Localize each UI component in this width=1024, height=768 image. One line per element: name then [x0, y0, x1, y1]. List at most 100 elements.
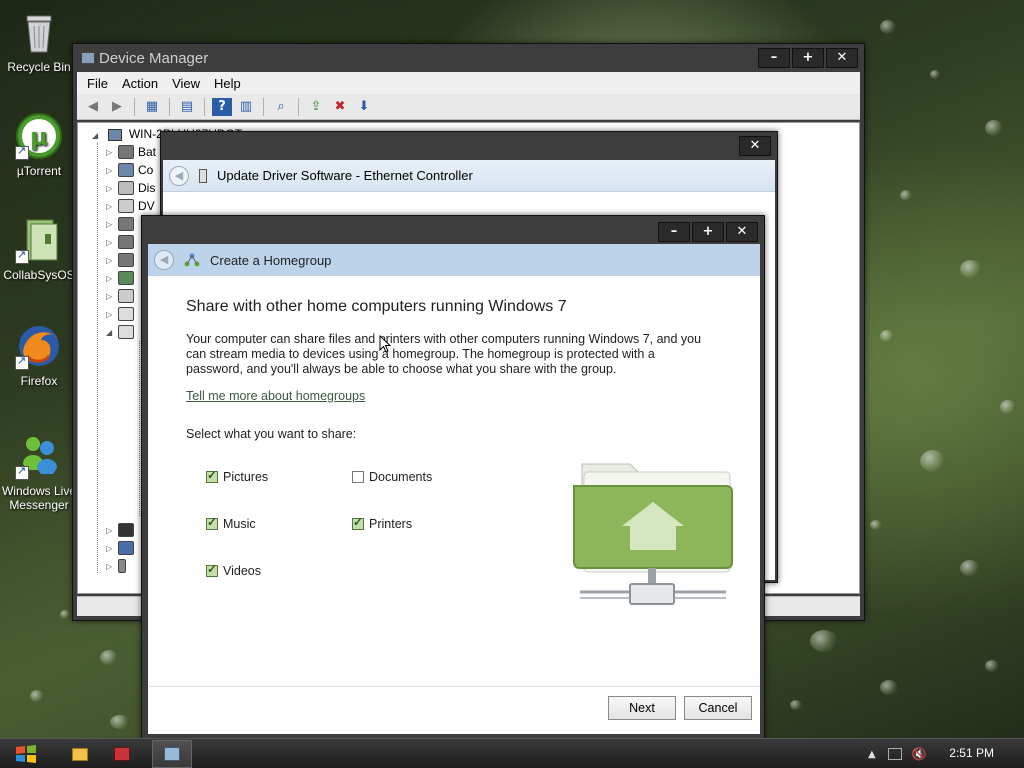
- tree-item[interactable]: ▷: [106, 305, 134, 323]
- menu-action[interactable]: Action: [122, 76, 158, 91]
- tree-item[interactable]: ▷: [106, 269, 134, 287]
- desktop-icon-collabsysos[interactable]: CollabSysOS: [0, 216, 78, 282]
- desktop-icon-windows-live-messenger[interactable]: Windows Live Messenger: [0, 432, 78, 512]
- checkbox-checked-icon[interactable]: [352, 515, 364, 530]
- update-driver-icon[interactable]: ⇪: [306, 98, 326, 116]
- close-button[interactable]: ✕: [826, 48, 858, 68]
- maximize-button[interactable]: +: [692, 222, 724, 242]
- show-hide-tree-icon[interactable]: ▦: [142, 98, 162, 116]
- uninstall-icon[interactable]: ✖: [330, 98, 350, 116]
- water-drop: [880, 20, 896, 34]
- tree-item[interactable]: ▷: [106, 251, 134, 269]
- share-printers-checkbox[interactable]: Printers: [352, 515, 413, 531]
- tree-item[interactable]: ▷: [106, 521, 134, 539]
- description-text: Your computer can share files and printe…: [186, 332, 702, 376]
- volume-icon[interactable]: 🔇: [912, 747, 927, 761]
- homegroup-header: ◀ Create a Homegroup: [148, 244, 760, 276]
- learn-more-link[interactable]: Tell me more about homegroups: [186, 389, 365, 403]
- tree-item[interactable]: ▷ DV: [106, 197, 155, 215]
- clock[interactable]: 2:51 PM: [949, 746, 994, 760]
- show-hidden-icons-icon[interactable]: ▲: [868, 749, 876, 760]
- menu-help[interactable]: Help: [214, 76, 241, 91]
- water-drop: [985, 120, 1003, 136]
- forward-arrow-icon[interactable]: ▶: [107, 98, 127, 116]
- water-drop: [920, 450, 946, 472]
- cancel-button[interactable]: Cancel: [684, 696, 752, 720]
- checkbox-label: Printers: [369, 517, 413, 531]
- back-arrow-icon[interactable]: ◀: [83, 98, 103, 116]
- firefox-icon: [15, 322, 63, 370]
- shortcut-arrow-icon: [15, 248, 29, 264]
- taskbar-device-manager[interactable]: [152, 740, 192, 768]
- menu-view[interactable]: View: [172, 76, 200, 91]
- back-arrow-icon[interactable]: ◀: [154, 250, 174, 270]
- tree-item[interactable]: ▷ Dis: [106, 179, 155, 197]
- checkbox-checked-icon[interactable]: [206, 562, 218, 577]
- back-arrow-icon[interactable]: ◀: [169, 165, 189, 186]
- next-button[interactable]: Next: [608, 696, 676, 720]
- share-videos-checkbox[interactable]: Videos: [206, 562, 261, 578]
- share-music-checkbox[interactable]: Music: [206, 515, 256, 531]
- desktop-icon-recycle-bin[interactable]: Recycle Bin: [0, 8, 78, 74]
- minimize-button[interactable]: –: [658, 222, 690, 242]
- menu-file[interactable]: File: [87, 76, 108, 91]
- device-manager-titlebar[interactable]: Device Manager – + ✕: [73, 44, 864, 74]
- collapse-arrow-icon[interactable]: ◢: [92, 131, 98, 140]
- checkbox-label: Pictures: [223, 470, 269, 484]
- network-adapter-icon: [199, 168, 207, 183]
- toolbar-separator: [263, 97, 264, 116]
- network-icon[interactable]: [887, 748, 902, 760]
- shortcut-arrow-icon: [15, 144, 29, 160]
- enable-device-icon[interactable]: ⬇: [354, 98, 374, 116]
- water-drop: [1000, 400, 1016, 414]
- tree-item[interactable]: ▷ Bat: [106, 143, 156, 161]
- taskbar: ▲ 🔇 2:51 PM: [0, 738, 1024, 768]
- share-documents-checkbox[interactable]: Documents: [352, 470, 432, 484]
- tree-item-expanded[interactable]: ◢: [106, 323, 134, 341]
- toolbar-separator: [134, 97, 135, 116]
- tree-guide-line: [97, 143, 98, 573]
- toolbar-separator: [298, 97, 299, 116]
- tree-item[interactable]: ▷: [106, 287, 134, 305]
- svg-text:µ: µ: [30, 123, 48, 151]
- device-manager-icon: [81, 52, 95, 64]
- share-pictures-checkbox[interactable]: Pictures: [206, 468, 269, 484]
- taskbar-toolbox[interactable]: [102, 740, 142, 768]
- tree-item[interactable]: ▷ Co: [106, 161, 153, 179]
- taskbar-file-explorer[interactable]: [60, 740, 100, 768]
- desktop-icon-firefox[interactable]: Firefox: [0, 322, 78, 388]
- action-pane-icon[interactable]: ▥: [236, 98, 256, 116]
- help-icon[interactable]: ?: [212, 97, 232, 116]
- minimize-button[interactable]: –: [758, 48, 790, 68]
- water-drop: [960, 260, 982, 278]
- close-button[interactable]: ✕: [726, 222, 758, 242]
- tree-item[interactable]: ▷: [106, 539, 134, 557]
- dvd-drive-icon: [118, 199, 134, 213]
- maximize-button[interactable]: +: [792, 48, 824, 68]
- checkbox-unchecked-icon[interactable]: [352, 471, 364, 483]
- properties-icon[interactable]: ▤: [177, 98, 197, 116]
- processor-icon: [118, 523, 134, 537]
- tree-item[interactable]: ▷: [106, 557, 126, 575]
- update-driver-header: ◀ Update Driver Software - Ethernet Cont…: [163, 160, 775, 192]
- tree-item[interactable]: ▷: [106, 215, 134, 233]
- homegroup-window[interactable]: – + ✕ ◀ Create a Homegroup Share with ot…: [141, 215, 765, 739]
- water-drop: [810, 630, 838, 652]
- water-drop: [930, 70, 940, 79]
- desktop-icon-label: Windows Live Messenger: [1, 484, 77, 512]
- system-tray: ▲ 🔇: [868, 739, 935, 768]
- start-button[interactable]: [6, 740, 46, 768]
- hid-icon: [118, 253, 134, 267]
- collabsysos-icon: [15, 216, 63, 264]
- homegroup-body: Share with other home computers running …: [148, 276, 760, 686]
- checkbox-checked-icon[interactable]: [206, 515, 218, 530]
- keyboard-icon: [118, 289, 134, 303]
- close-button[interactable]: ✕: [739, 136, 771, 156]
- checkbox-checked-icon[interactable]: [206, 468, 218, 483]
- water-drop: [110, 715, 130, 729]
- tree-guide-line: [139, 341, 140, 516]
- scan-hardware-icon[interactable]: ⌕: [271, 98, 291, 116]
- desktop-icon-utorrent[interactable]: µ µTorrent: [0, 112, 78, 178]
- tree-item-label: Bat: [138, 145, 157, 159]
- tree-item[interactable]: ▷: [106, 233, 134, 251]
